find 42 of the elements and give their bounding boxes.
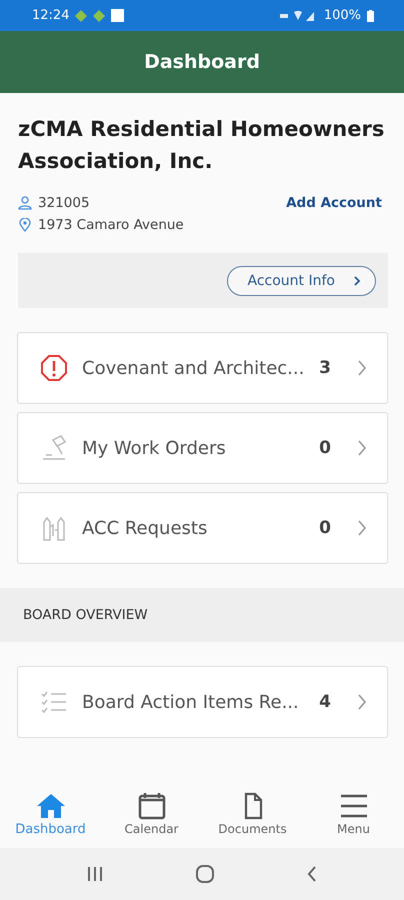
chevron-icon bbox=[357, 519, 367, 537]
association-name: zCMA Residential Homeowners Association, Inc. bbox=[17, 116, 386, 175]
chevron-icon bbox=[357, 439, 367, 457]
nav-tab[interactable]: Calendar bbox=[101, 780, 202, 848]
android-icon bbox=[75, 10, 88, 22]
count: 4 bbox=[319, 692, 331, 712]
menu-icon bbox=[338, 792, 368, 820]
nav-tab[interactable]: Menu bbox=[303, 780, 404, 848]
person-icon bbox=[18, 196, 32, 210]
recents-icon[interactable] bbox=[86, 866, 104, 882]
list-card[interactable]: Board Action Items Re... 4 bbox=[17, 666, 388, 738]
list-card[interactable]: My Work Orders 0 bbox=[17, 412, 388, 484]
address: 1973 Camaro Avenue bbox=[38, 217, 184, 233]
chevron-icon bbox=[357, 693, 367, 711]
count: 0 bbox=[319, 438, 331, 458]
alert-icon bbox=[40, 354, 68, 382]
account-number: 321005 bbox=[38, 195, 90, 211]
account-info-button[interactable]: Account Info bbox=[226, 266, 376, 296]
location-pin-icon bbox=[18, 218, 32, 232]
nav-tab[interactable]: Documents bbox=[202, 780, 303, 848]
square-icon bbox=[111, 9, 124, 22]
page-title: Dashboard bbox=[144, 51, 260, 73]
back-icon[interactable] bbox=[306, 865, 318, 883]
list-card[interactable]: ACC Requests 0 bbox=[17, 492, 388, 564]
battery-icon bbox=[367, 10, 374, 22]
android-icon bbox=[93, 10, 106, 22]
battery-level: 100% bbox=[324, 8, 361, 23]
card-label: Covenant and Architec... bbox=[82, 358, 306, 378]
home-button-icon[interactable] bbox=[196, 865, 214, 883]
home-icon bbox=[36, 792, 66, 820]
card-label: Board Action Items Re... bbox=[82, 692, 300, 712]
add-account-link[interactable]: Add Account bbox=[286, 195, 382, 233]
card-label: My Work Orders bbox=[82, 438, 227, 458]
calendar-icon bbox=[136, 792, 166, 820]
card-label: ACC Requests bbox=[82, 518, 208, 538]
chevron-icon bbox=[353, 274, 361, 286]
section-title: BOARD OVERVIEW bbox=[23, 607, 148, 623]
count: 3 bbox=[319, 358, 331, 378]
count: 0 bbox=[319, 518, 331, 538]
clock: 12:24 bbox=[32, 8, 70, 23]
list-card[interactable]: Covenant and Architec... 3 bbox=[17, 332, 388, 404]
chevron-icon bbox=[357, 359, 367, 377]
